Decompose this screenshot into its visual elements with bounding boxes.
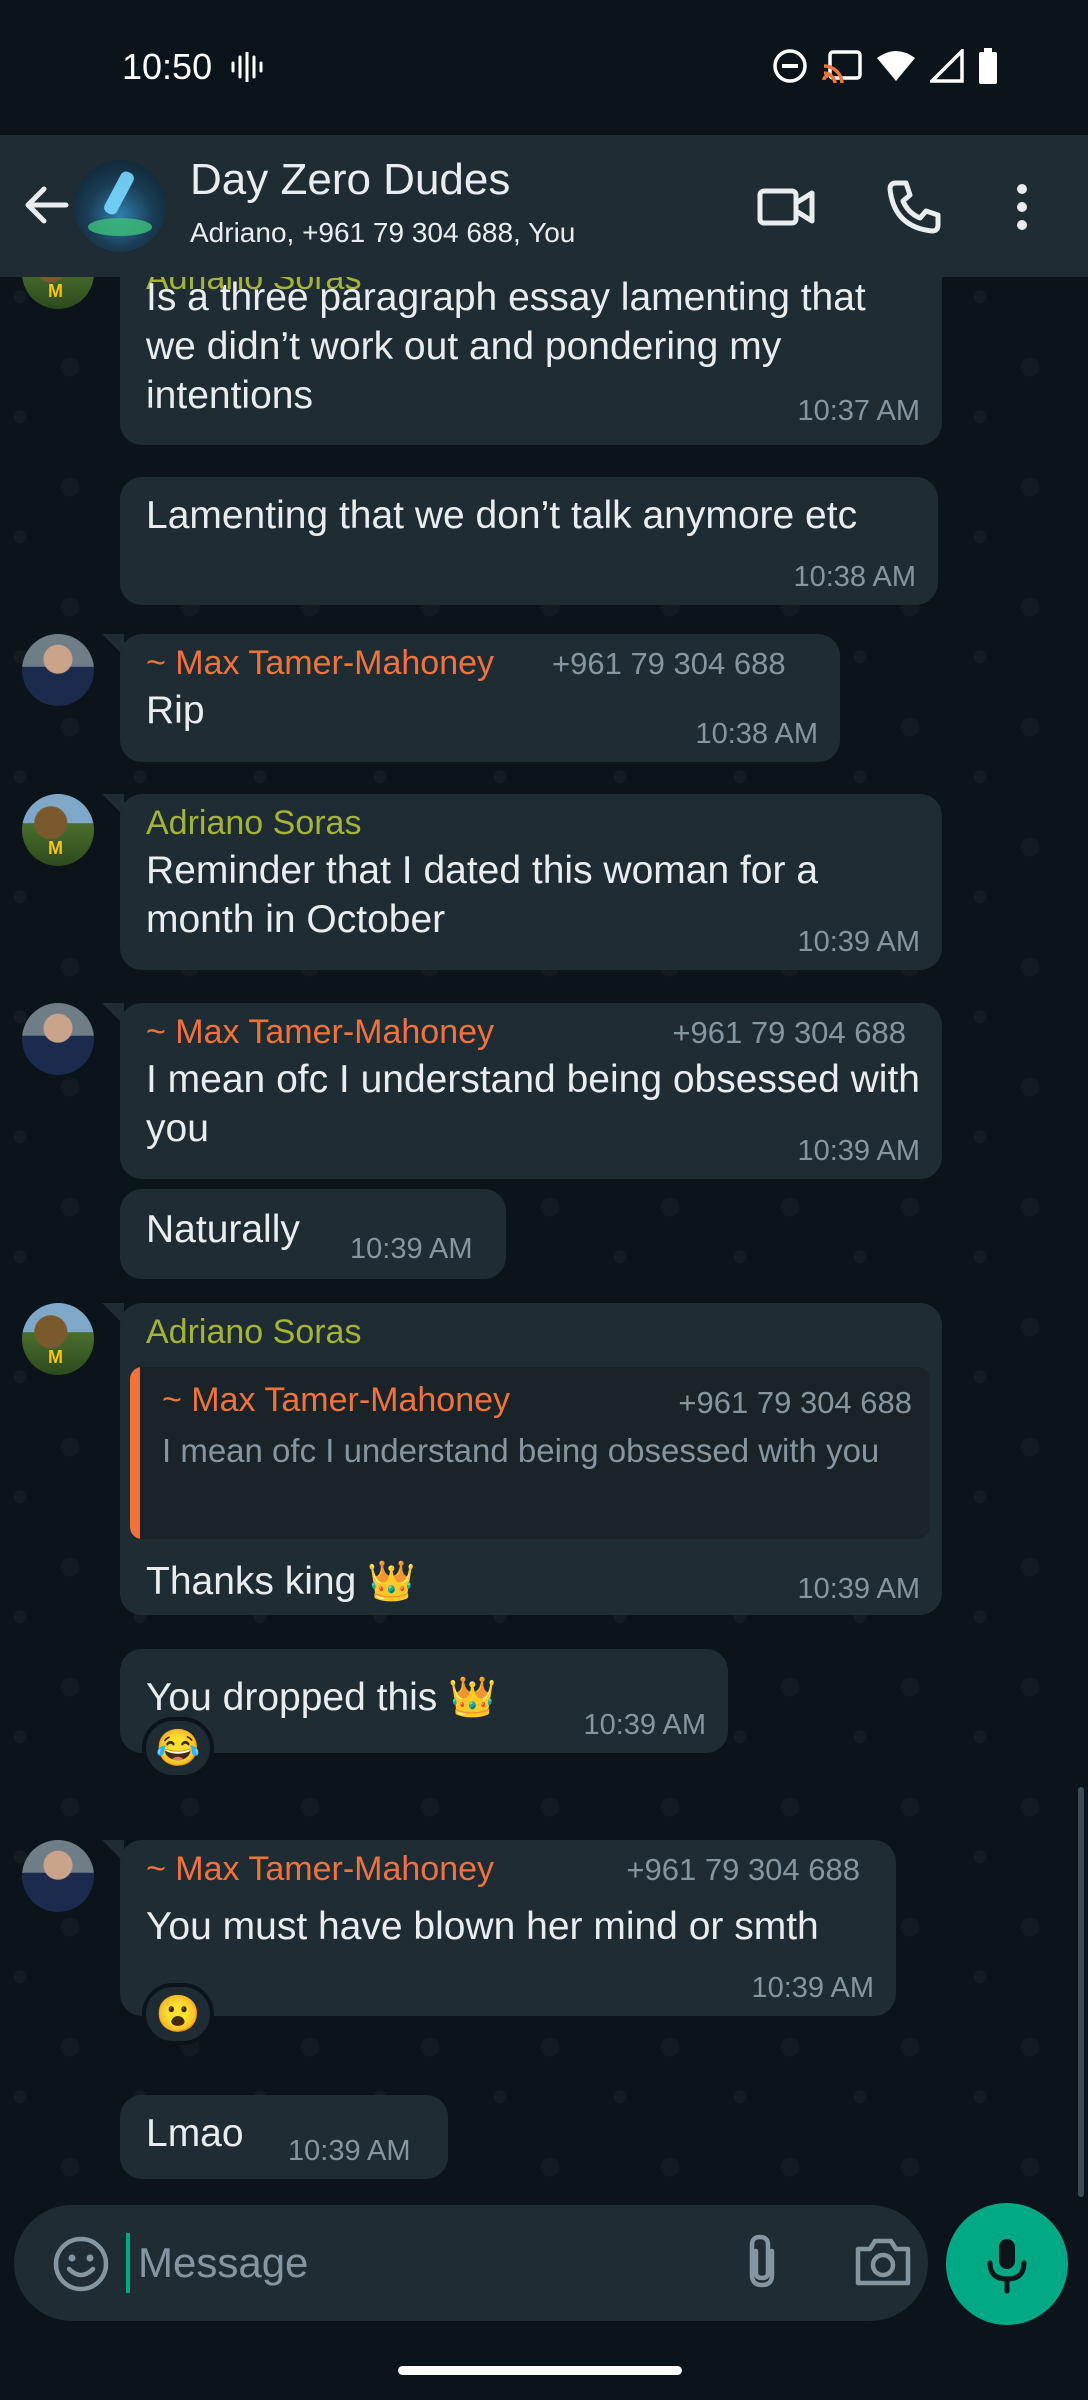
message-text: Rip: [146, 689, 205, 732]
message-text: You must have blown her mind or smth: [146, 1905, 819, 1948]
group-members[interactable]: Adriano, +961 79 304 688, You: [190, 217, 575, 249]
message-bubble[interactable]: Adriano Soras ~ Max Tamer-Mahoney +961 7…: [102, 1303, 942, 1615]
vibrate-icon: [231, 52, 263, 82]
message-time: 10:39 AM: [350, 1233, 473, 1265]
avatar-max[interactable]: [22, 1840, 94, 1912]
status-time: 10:50: [122, 46, 213, 87]
navigation-bar: [0, 2330, 1088, 2400]
avatar-max[interactable]: [22, 1003, 94, 1075]
message-bubble[interactable]: Adriano Soras Is a three paragraph essay…: [120, 277, 942, 445]
message-input[interactable]: [138, 2227, 698, 2299]
sender-phone: +961 79 304 688: [672, 1015, 906, 1050]
back-arrow-icon[interactable]: [18, 177, 74, 233]
message-text: Naturally: [146, 1208, 300, 1251]
status-bar: 10:50: [0, 0, 1088, 135]
camera-icon[interactable]: [852, 2231, 914, 2293]
message-bubble[interactable]: ~ Max Tamer-Mahoney +961 79 304 688 I me…: [102, 1003, 942, 1179]
message-text: Thanks king 👑: [146, 1560, 416, 1603]
message-bubble[interactable]: Adriano Soras Reminder that I dated this…: [102, 794, 942, 970]
message-composer: [0, 2197, 1088, 2330]
message-text: Lmao: [146, 2112, 244, 2155]
message-bubble[interactable]: ~ Max Tamer-Mahoney +961 79 304 688 Rip …: [102, 634, 840, 762]
attach-icon[interactable]: [734, 2231, 794, 2291]
emoji-icon[interactable]: [50, 2233, 112, 2295]
status-icons: [772, 48, 998, 84]
wifi-icon: [877, 51, 915, 81]
cast-icon: [822, 50, 862, 83]
message-time: 10:38 AM: [793, 561, 916, 593]
quote-phone: +961 79 304 688: [678, 1385, 912, 1420]
message-time: 10:37 AM: [797, 395, 920, 427]
signal-icon: [930, 49, 964, 83]
scrollbar[interactable]: [1078, 1787, 1084, 2197]
avatar-adriano[interactable]: [22, 794, 94, 866]
message-time: 10:39 AM: [797, 1573, 920, 1605]
reaction-badge[interactable]: 😂: [142, 1717, 214, 1779]
video-call-icon[interactable]: [756, 177, 816, 237]
more-vert-icon[interactable]: [1000, 177, 1060, 237]
phone-icon[interactable]: [884, 177, 944, 237]
sender-phone: +961 79 304 688: [552, 646, 786, 681]
group-title[interactable]: Day Zero Dudes: [190, 155, 510, 205]
message-sender[interactable]: ~ Max Tamer-Mahoney: [146, 644, 494, 683]
dnd-icon: [773, 49, 807, 83]
quote-bar: [130, 1367, 140, 1539]
group-avatar[interactable]: [74, 160, 166, 252]
message-time: 10:39 AM: [797, 1135, 920, 1167]
message-time: 10:39 AM: [583, 1709, 706, 1741]
message-sender[interactable]: Adriano Soras: [146, 804, 361, 843]
chat-header: Day Zero Dudes Adriano, +961 79 304 688,…: [0, 135, 1088, 277]
quote-sender: ~ Max Tamer-Mahoney: [162, 1381, 511, 1419]
message-sender[interactable]: ~ Max Tamer-Mahoney: [146, 1013, 494, 1052]
message-time: 10:38 AM: [695, 718, 818, 750]
mic-button[interactable]: [946, 2203, 1068, 2325]
message-time: 10:39 AM: [288, 2135, 411, 2167]
message-time: 10:39 AM: [751, 1972, 874, 2004]
mic-icon: [987, 2239, 1027, 2294]
message-text: Lamenting that we don’t talk anymore etc: [146, 494, 858, 537]
battery-icon: [979, 48, 997, 84]
message-sender[interactable]: Adriano Soras: [146, 1313, 361, 1352]
message-bubble[interactable]: Naturally 10:39 AM: [120, 1189, 506, 1279]
reaction-badge[interactable]: 😮: [142, 1983, 214, 2045]
text-cursor: [126, 2233, 130, 2293]
message-sender[interactable]: ~ Max Tamer-Mahoney: [146, 1850, 494, 1889]
avatar-max[interactable]: [22, 634, 94, 706]
sender-phone: +961 79 304 688: [626, 1852, 860, 1887]
message-list[interactable]: Adriano Soras Is a three paragraph essay…: [0, 277, 1088, 2197]
quote-text: I mean ofc I understand being obsessed w…: [162, 1432, 880, 1469]
quoted-message[interactable]: ~ Max Tamer-Mahoney +961 79 304 688 I me…: [130, 1367, 930, 1539]
message-text: You dropped this 👑: [146, 1676, 497, 1719]
message-bubble[interactable]: Lmao 10:39 AM: [120, 2095, 448, 2179]
message-bubble[interactable]: Lamenting that we don’t talk anymore etc…: [120, 477, 938, 605]
home-handle[interactable]: [398, 2366, 682, 2375]
message-bubble[interactable]: ~ Max Tamer-Mahoney +961 79 304 688 You …: [102, 1840, 896, 2016]
message-time: 10:39 AM: [797, 926, 920, 958]
input-pill: [14, 2205, 928, 2321]
avatar-adriano[interactable]: [22, 1303, 94, 1375]
